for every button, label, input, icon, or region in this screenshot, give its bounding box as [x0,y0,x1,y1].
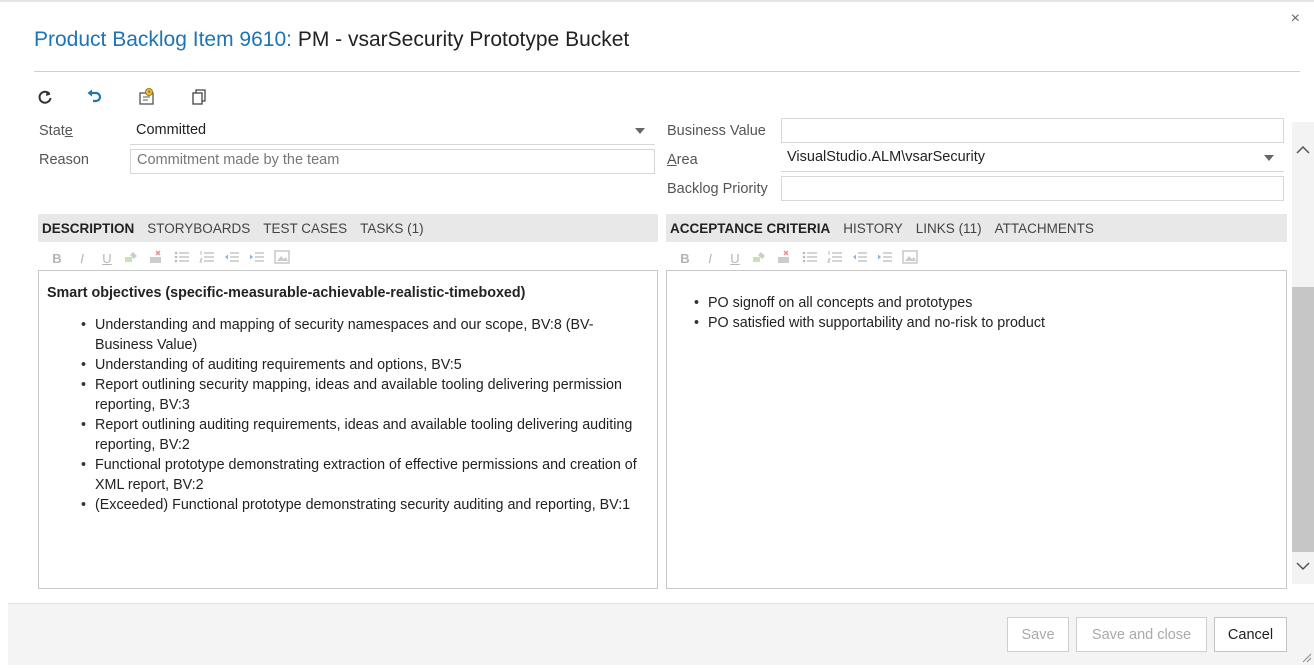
backlog-priority-field[interactable] [781,176,1284,201]
bold-button[interactable]: B [49,251,65,266]
list-item: (Exceeded) Functional prototype demonstr… [81,495,649,515]
business-value-field[interactable] [781,118,1284,143]
list-item: Report outlining security mapping, ideas… [81,375,649,415]
numbered-list-icon[interactable] [827,250,843,267]
backlog-priority-label: Backlog Priority [667,181,768,197]
underline-button[interactable]: U [99,251,115,266]
refresh-icon[interactable] [30,84,60,110]
tab-storyboards[interactable]: STORYBOARDS [147,221,250,236]
italic-button[interactable]: I [74,251,90,266]
italic-button[interactable]: I [702,251,718,266]
tab-history[interactable]: HISTORY [843,221,903,236]
scrollbar-thumb[interactable] [1292,287,1314,552]
tab-acceptance-criteria[interactable]: ACCEPTANCE CRITERIA [670,221,830,236]
right-tab-bar: ACCEPTANCE CRITERIA HISTORY LINKS (11) A… [666,214,1287,242]
scroll-up-icon[interactable] [1292,140,1314,160]
left-tab-bar: DESCRIPTION STORYBOARDS TEST CASES TASKS… [38,214,658,242]
area-dropdown[interactable]: VisualStudio.ALM\vsarSecurity [781,147,1284,172]
bold-button[interactable]: B [677,251,693,266]
indent-icon[interactable] [877,250,893,267]
underline-button[interactable]: U [727,251,743,266]
list-item: PO signoff on all concepts and prototype… [694,293,1278,313]
description-list: Understanding and mapping of security na… [47,315,649,515]
acceptance-list: PO signoff on all concepts and prototype… [675,293,1278,333]
image-icon[interactable] [274,249,290,267]
area-value: VisualStudio.ALM\vsarSecurity [787,149,985,165]
highlight-icon[interactable] [124,250,140,267]
scroll-down-icon[interactable] [1292,556,1314,576]
save-button[interactable]: Save [1007,617,1069,652]
tab-attachments[interactable]: ATTACHMENTS [995,221,1094,236]
reason-label: Reason [39,152,89,168]
cancel-button[interactable]: Cancel [1214,617,1287,652]
clear-format-icon[interactable] [777,249,793,267]
numbered-list-icon[interactable] [199,250,215,267]
description-heading: Smart objectives (specific-measurable-ac… [47,285,526,301]
tab-links[interactable]: LINKS (11) [916,221,982,236]
bullet-list-icon[interactable] [802,250,818,267]
chevron-down-icon[interactable] [635,128,645,134]
close-icon[interactable]: × [1291,10,1300,28]
title-divider [34,71,1300,72]
description-editor[interactable]: Smart objectives (specific-measurable-ac… [38,270,658,589]
work-item-title: PM - vsarSecurity Prototype Bucket [291,28,630,51]
tab-tasks[interactable]: TASKS (1) [360,221,424,236]
outdent-icon[interactable] [852,250,868,267]
dialog-title: Product Backlog Item 9610: PM - vsarSecu… [34,28,629,52]
image-icon[interactable] [902,249,918,267]
history-icon[interactable] [132,84,162,110]
list-item: PO satisfied with supportability and no-… [694,313,1278,333]
copy-icon[interactable] [184,84,214,110]
state-dropdown[interactable]: Committed [130,120,655,145]
acceptance-criteria-editor[interactable]: PO signoff on all concepts and prototype… [666,270,1287,589]
state-label: State [39,123,73,139]
list-item: Understanding and mapping of security na… [81,315,649,355]
top-border [0,0,1314,2]
indent-icon[interactable] [249,250,265,267]
chevron-down-icon[interactable] [1264,155,1274,161]
resize-grip-icon[interactable] [1298,649,1312,663]
undo-icon[interactable] [80,84,110,110]
reason-field[interactable]: Commitment made by the team [130,149,655,174]
outdent-icon[interactable] [224,250,240,267]
description-format-toolbar: B I U [49,247,299,269]
list-item: Functional prototype demonstrating extra… [81,455,649,495]
list-item: Understanding of auditing requirements a… [81,355,649,375]
highlight-icon[interactable] [752,250,768,267]
bullet-list-icon[interactable] [174,250,190,267]
work-item-link[interactable]: Product Backlog Item 9610: [34,28,292,51]
business-value-label: Business Value [667,123,766,139]
list-item: Report outlining auditing requirements, … [81,415,649,455]
clear-format-icon[interactable] [149,249,165,267]
state-value: Committed [136,122,207,138]
tab-test-cases[interactable]: TEST CASES [263,221,347,236]
tab-description[interactable]: DESCRIPTION [42,221,134,236]
save-and-close-button[interactable]: Save and close [1076,617,1207,652]
work-item-toolbar [30,84,236,110]
area-label: Area [667,152,698,168]
acceptance-format-toolbar: B I U [677,247,927,269]
